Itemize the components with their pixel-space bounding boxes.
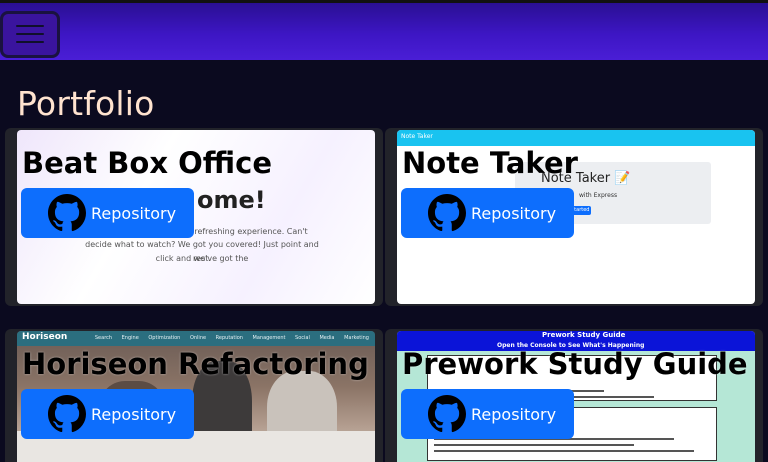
screenshot-nav-text: Note Taker [401, 133, 433, 140]
repository-button[interactable]: Repository [401, 389, 574, 439]
github-icon [428, 194, 466, 232]
repository-button[interactable]: Repository [21, 188, 194, 238]
screenshot-subtitle: with Express [579, 192, 618, 199]
screenshot-logo: Horiseon [22, 332, 68, 342]
github-icon [48, 395, 86, 433]
screenshot-heading: Prework Study Guide [542, 331, 626, 339]
text-line [434, 444, 634, 446]
repository-button[interactable]: Repository [21, 389, 194, 439]
repository-button-label: Repository [91, 404, 177, 424]
page-title: Portfolio [17, 84, 155, 123]
github-icon [428, 395, 466, 433]
hamburger-line [16, 41, 44, 43]
project-title: Horiseon Refactoring [22, 347, 369, 381]
navbar [0, 0, 768, 60]
screenshot-headline: ome! [197, 186, 266, 214]
project-card-beat-box-office: ome! enjoy a fun refreshing experience. … [5, 128, 383, 306]
project-card-note-taker: Note Taker Note Taker 📝 with Express Sta… [385, 128, 763, 306]
hamburger-line [16, 33, 44, 35]
menu-toggle-button[interactable] [0, 11, 60, 58]
screenshot-text: rest. [193, 254, 211, 263]
screenshot-header: Horiseon Search Engine Optimization Onli… [17, 331, 375, 346]
screenshot-links: Search Engine Optimization Online Reputa… [94, 335, 369, 341]
project-title: Note Taker [402, 146, 578, 180]
project-title: Prework Study Guide [402, 347, 748, 381]
project-card-horiseon-refactoring: Horiseon Search Engine Optimization Onli… [5, 329, 383, 462]
screenshot-navbar: Note Taker [397, 130, 755, 146]
repository-button-label: Repository [471, 404, 557, 424]
repository-button-label: Repository [471, 203, 557, 223]
repository-button[interactable]: Repository [401, 188, 574, 238]
project-card-prework-study-guide: Prework Study Guide Open the Console to … [385, 329, 763, 462]
repository-button-label: Repository [91, 203, 177, 223]
text-line [434, 450, 694, 452]
hamburger-icon [16, 25, 44, 27]
github-icon [48, 194, 86, 232]
project-title: Beat Box Office [22, 146, 272, 180]
